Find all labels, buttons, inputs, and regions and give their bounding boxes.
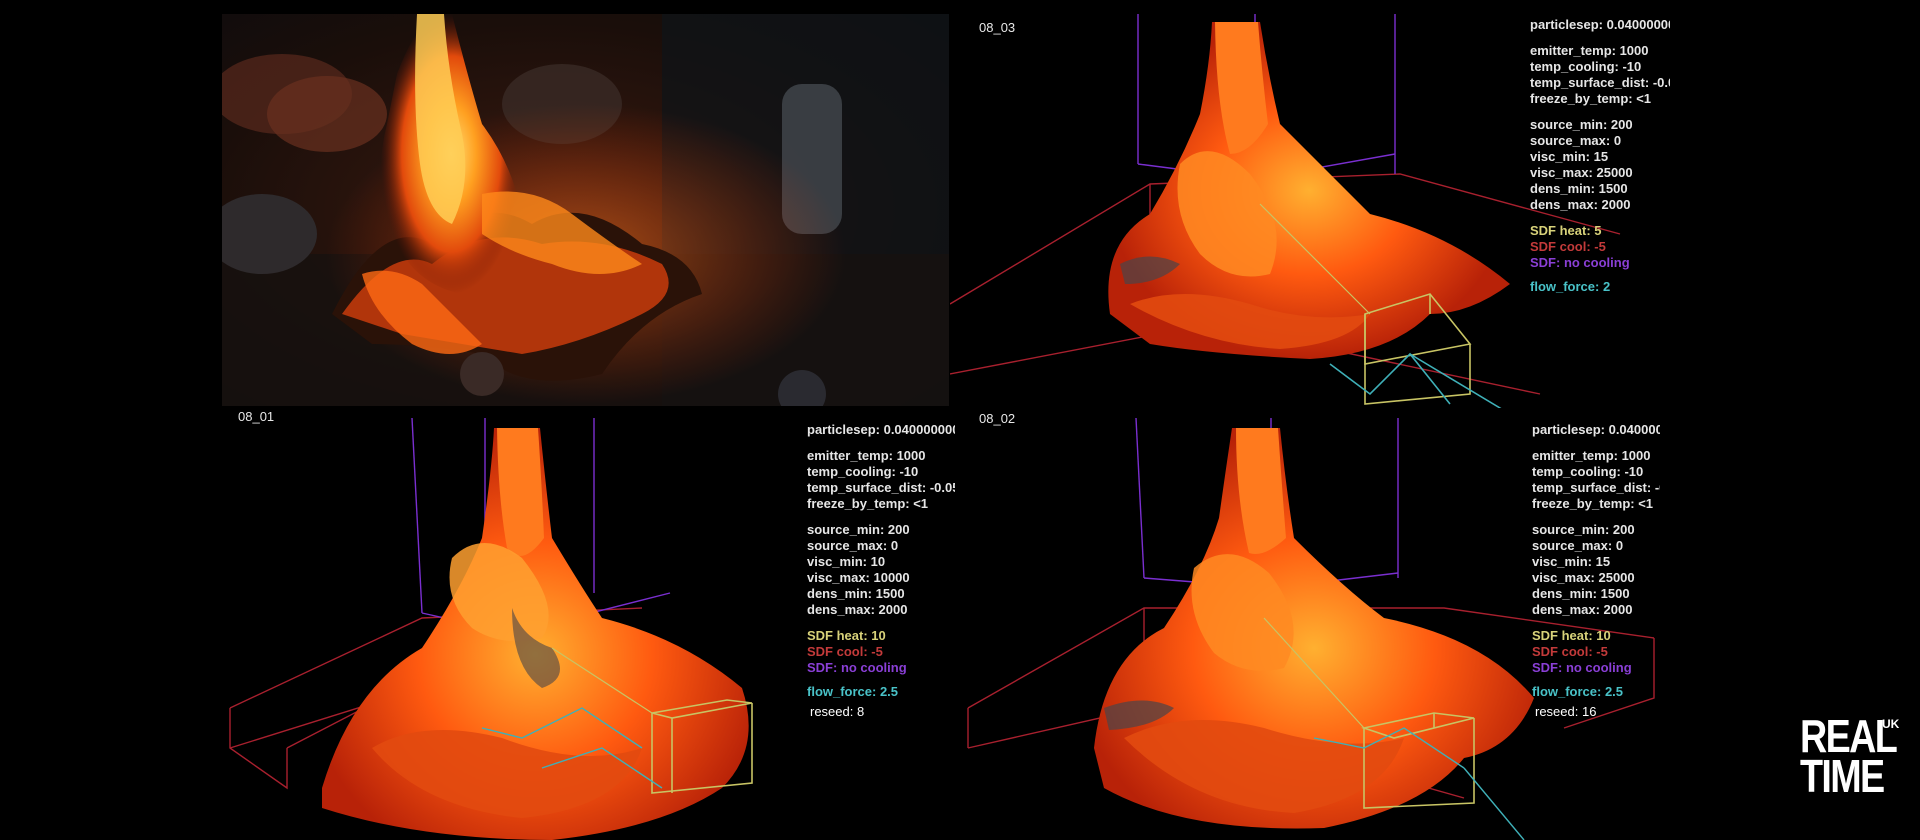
param-source-max: source_max: 0 [807, 538, 899, 553]
param-visc-min: visc_min: 15 [1532, 554, 1611, 569]
param-sdf-cool: SDF cool: -5 [1530, 239, 1606, 254]
param-dens-min: dens_min: 1500 [1532, 586, 1630, 601]
param-temp-surface-dist: temp_surface_dist: -0.05 [1530, 75, 1670, 90]
param-block-08-03: particlesep: 0.040000000 emitter_temp: 1… [1530, 17, 1670, 295]
param-freeze-by-temp: freeze_by_temp: <1 [1532, 496, 1654, 511]
param-sdf-heat: SDF heat: 5 [1530, 223, 1602, 238]
param-temp-cooling: temp_cooling: -10 [1530, 59, 1642, 74]
param-reseed: reseed: 8 [810, 704, 865, 719]
param-source-min: source_min: 200 [807, 522, 910, 537]
param-emitter-temp: emitter_temp: 1000 [1530, 43, 1649, 58]
param-dens-max: dens_max: 2000 [1532, 602, 1633, 617]
param-dens-min: dens_min: 1500 [807, 586, 905, 601]
param-source-min: source_min: 200 [1530, 117, 1633, 132]
param-sdf-cool: SDF cool: -5 [807, 644, 883, 659]
sim-panel-08-03: 08_03 particlesep: 0.040000000 emitter_t… [950, 14, 1700, 414]
param-particlesep: particlesep: 0.040000000 [807, 422, 955, 437]
param-sdf-none: SDF: no cooling [807, 660, 907, 675]
param-source-min: source_min: 200 [1532, 522, 1635, 537]
param-sdf-none: SDF: no cooling [1532, 660, 1632, 675]
sim-panel-08-02: 08_02 particlesep: 0.040000000 emitter_t… [964, 408, 1704, 840]
realtime-logo: REAL TIME UK [1800, 713, 1917, 802]
param-flow-force: flow_force: 2.5 [1532, 684, 1624, 699]
param-visc-min: visc_min: 15 [1530, 149, 1609, 164]
param-freeze-by-temp: freeze_by_temp: <1 [1530, 91, 1652, 106]
param-temp-cooling: temp_cooling: -10 [1532, 464, 1644, 479]
param-visc-max: visc_max: 25000 [1532, 570, 1635, 585]
param-particlesep: particlesep: 0.040000000 [1530, 17, 1670, 32]
sim-panel-08-01: 08_01 particlesep: 0.040000000 emitter_t… [222, 408, 962, 840]
param-dens-max: dens_max: 2000 [1530, 197, 1631, 212]
param-visc-max: visc_max: 10000 [807, 570, 910, 585]
param-emitter-temp: emitter_temp: 1000 [807, 448, 926, 463]
param-dens-min: dens_min: 1500 [1530, 181, 1628, 196]
panel-id-08-03: 08_03 [979, 20, 1016, 35]
param-block-08-02: particlesep: 0.040000000 emitter_temp: 1… [1532, 422, 1660, 720]
param-temp-surface-dist: temp_surface_dist: -0.05 [807, 480, 955, 495]
param-block-08-01: particlesep: 0.040000000 emitter_temp: 1… [807, 422, 955, 720]
render-preview-image [222, 14, 949, 406]
param-freeze-by-temp: freeze_by_temp: <1 [807, 496, 929, 511]
param-emitter-temp: emitter_temp: 1000 [1532, 448, 1651, 463]
param-flow-force: flow_force: 2 [1530, 279, 1611, 294]
panel-id-08-01: 08_01 [238, 409, 275, 424]
param-sdf-none: SDF: no cooling [1530, 255, 1630, 270]
param-sdf-heat: SDF heat: 10 [1532, 628, 1611, 643]
param-visc-max: visc_max: 25000 [1530, 165, 1633, 180]
param-flow-force: flow_force: 2.5 [807, 684, 899, 699]
param-particlesep: particlesep: 0.040000000 [1532, 422, 1660, 437]
param-sdf-heat: SDF heat: 10 [807, 628, 886, 643]
param-source-max: source_max: 0 [1532, 538, 1624, 553]
logo-line-2: TIME [1800, 750, 1885, 802]
panel-id-08-02: 08_02 [979, 411, 1016, 426]
param-temp-surface-dist: temp_surface_dist: -0.05 [1532, 480, 1660, 495]
param-temp-cooling: temp_cooling: -10 [807, 464, 919, 479]
param-dens-max: dens_max: 2000 [807, 602, 908, 617]
param-reseed: reseed: 16 [1535, 704, 1597, 719]
param-sdf-cool: SDF cool: -5 [1532, 644, 1608, 659]
render-preview [222, 14, 949, 406]
logo-badge: UK [1882, 717, 1900, 731]
param-source-max: source_max: 0 [1530, 133, 1622, 148]
param-visc-min: visc_min: 10 [807, 554, 886, 569]
